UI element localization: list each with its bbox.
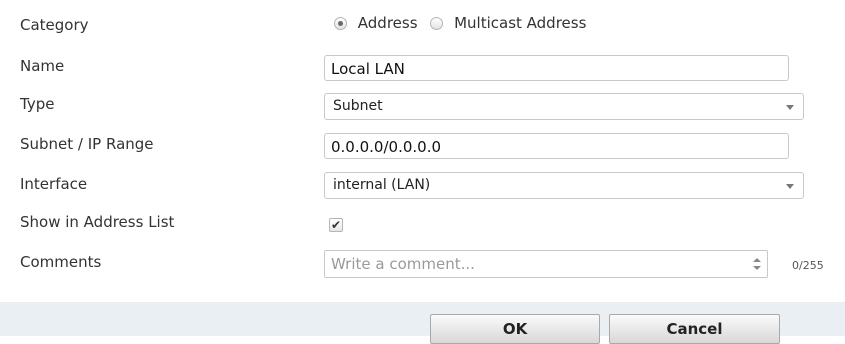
cancel-button[interactable]: Cancel [609,314,780,344]
resize-spinner-icon[interactable] [753,258,761,270]
category-radio-group: Address Multicast Address [334,14,586,32]
subnet-label: Subnet / IP Range [20,135,154,153]
comments-placeholder: Write a comment... [331,255,475,273]
category-label: Category [20,16,89,34]
interface-label: Interface [20,175,88,193]
comment-char-counter: 0/255 [792,259,824,272]
radio-selected-dot [338,21,343,26]
radio-address[interactable] [334,17,347,30]
comments-textarea[interactable]: Write a comment... [324,250,768,278]
checkmark-icon: ✔ [330,218,342,232]
name-label: Name [20,57,65,75]
subnet-input[interactable]: 0.0.0.0/0.0.0.0 [324,133,789,159]
ok-button[interactable]: OK [430,314,600,344]
show-in-address-list-label: Show in Address List [20,213,175,231]
interface-select[interactable]: internal (LAN) [324,172,804,199]
radio-multicast-address[interactable] [430,17,444,30]
chevron-down-icon [786,105,794,110]
chevron-down-icon [786,184,794,189]
interface-select-value: internal (LAN) [333,177,431,193]
comments-label: Comments [20,253,102,271]
type-select[interactable]: Subnet [324,93,804,120]
name-input[interactable]: Local LAN [324,55,789,81]
show-in-address-list-checkbox[interactable]: ✔ [329,218,343,232]
type-label: Type [20,95,55,113]
type-select-value: Subnet [333,98,383,114]
radio-multicast-address-label[interactable]: Multicast Address [454,14,586,32]
radio-address-label[interactable]: Address [358,14,418,32]
dialog-footer: OK Cancel [0,302,845,344]
